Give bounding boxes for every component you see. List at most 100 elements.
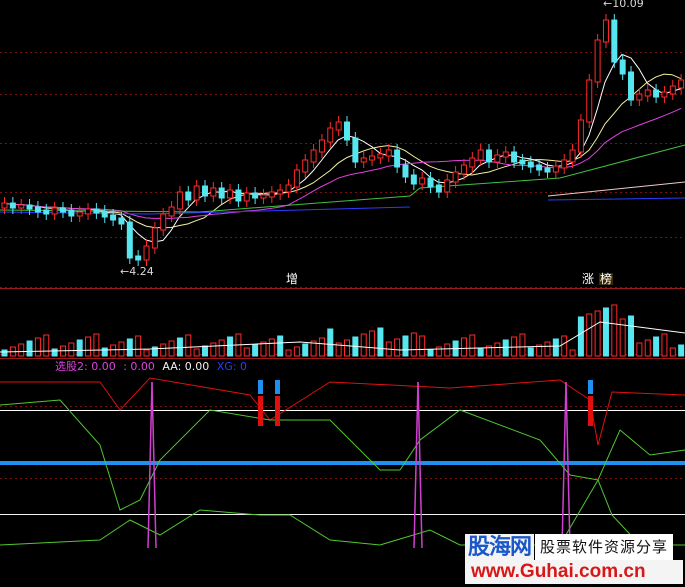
volume-bar: [227, 336, 234, 357]
candle-body: [34, 206, 41, 213]
candle-body: [318, 139, 325, 153]
candle-body: [18, 204, 25, 209]
candle-body: [252, 192, 259, 199]
candle-body: [611, 19, 618, 63]
candle-body: [410, 174, 417, 185]
signal-marker-blue: [275, 380, 280, 394]
stock-chart-window: ←10.09 ←4.24 增 涨 榜 选股2: 0.00 : 0.00 AA: …: [0, 0, 685, 587]
volume-bar: [210, 342, 217, 357]
volume-bar: [435, 346, 442, 357]
volume-bar: [360, 333, 367, 357]
candle-body: [176, 191, 183, 210]
volume-bar: [561, 335, 568, 357]
event-tag-rise[interactable]: 涨: [582, 273, 594, 285]
candle-body: [26, 204, 33, 210]
indicator-value-line: 选股2: 0.00 : 0.00 AA: 0.00 XG: 0: [55, 361, 251, 373]
event-tag-increase[interactable]: 增: [286, 273, 298, 285]
candle-body: [135, 255, 142, 261]
volume-bar: [193, 348, 200, 357]
candle-body: [427, 177, 434, 188]
candle-body: [385, 149, 392, 157]
candle-body: [185, 191, 192, 201]
candle-body: [110, 214, 117, 221]
volume-bar: [586, 313, 593, 357]
indicator-aa-value: AA: 0.00: [162, 360, 210, 373]
candle-body: [310, 149, 317, 163]
volume-bar: [185, 334, 192, 357]
high-price-label: ←10.09: [603, 0, 644, 10]
volume-bar: [678, 344, 685, 357]
candle-body: [218, 187, 225, 199]
volume-bar: [427, 349, 434, 357]
candle-body: [519, 159, 526, 165]
event-tag-rank[interactable]: 榜: [599, 273, 614, 285]
candle-body: [561, 159, 568, 169]
watermark-logo: 股海网: [465, 534, 535, 560]
candle-body: [352, 137, 359, 163]
volume-bar: [135, 335, 142, 357]
volume-bar: [636, 342, 643, 357]
volume-bar: [176, 337, 183, 357]
volume-bar: [644, 339, 651, 357]
watermark-url: www.Guhai.com.cn: [465, 560, 683, 584]
volume-bar: [502, 339, 509, 357]
candle-body: [511, 151, 518, 163]
volume-bar: [602, 307, 609, 357]
candle-body: [101, 210, 108, 218]
volume-bar: [611, 304, 618, 357]
indicator-pick2-value: 选股2: 0.00: [55, 360, 116, 373]
chart-canvas[interactable]: [0, 0, 685, 587]
volume-bar: [402, 335, 409, 357]
candle-body: [594, 39, 601, 83]
candle-body: [628, 71, 635, 101]
candle-body: [369, 155, 376, 161]
volume-bar: [201, 345, 208, 357]
volume-bar: [494, 342, 501, 357]
low-price-label: ←4.24: [120, 265, 154, 278]
candle-body: [636, 93, 643, 101]
volume-bar: [110, 344, 117, 357]
volume-bar: [68, 342, 75, 357]
volume-bar: [477, 348, 484, 357]
volume-bar: [277, 335, 284, 357]
candle-body: [669, 85, 676, 95]
volume-bar: [519, 333, 526, 357]
candle-body: [444, 179, 451, 193]
candle-body: [1, 202, 8, 209]
candle-body: [552, 165, 559, 173]
ma250-line: [547, 181, 685, 197]
candle-body: [653, 89, 660, 98]
candle-body: [619, 59, 626, 75]
candle-body: [661, 91, 668, 98]
volume-bar: [544, 341, 551, 357]
volume-bar: [653, 336, 660, 357]
volume-bar: [285, 349, 292, 357]
candle-body: [59, 207, 66, 213]
candle-body: [586, 79, 593, 123]
volume-bar: [527, 347, 534, 357]
candle-body: [9, 202, 16, 209]
volume-bar: [293, 346, 300, 357]
volume-bar: [26, 340, 33, 357]
indicator-green-line: [0, 399, 685, 511]
candle-body: [143, 245, 150, 261]
candle-body: [419, 177, 426, 185]
candle-body: [260, 194, 267, 199]
candle-body: [494, 154, 501, 163]
candle-body: [644, 89, 651, 97]
volume-bar: [143, 349, 150, 357]
volume-bar: [552, 338, 559, 357]
volume-bar: [594, 310, 601, 357]
volume-bar: [76, 339, 83, 357]
candle-body: [93, 208, 100, 214]
signal-marker-blue: [588, 380, 593, 394]
volume-bar: [218, 339, 225, 357]
candle-body: [502, 151, 509, 158]
volume-bar: [318, 337, 325, 357]
candle-body: [193, 185, 200, 201]
volume-bar: [268, 338, 275, 357]
candle-body: [678, 79, 685, 89]
volume-bar: [43, 334, 50, 357]
candle-body: [377, 153, 384, 159]
volume-bar: [469, 334, 476, 357]
